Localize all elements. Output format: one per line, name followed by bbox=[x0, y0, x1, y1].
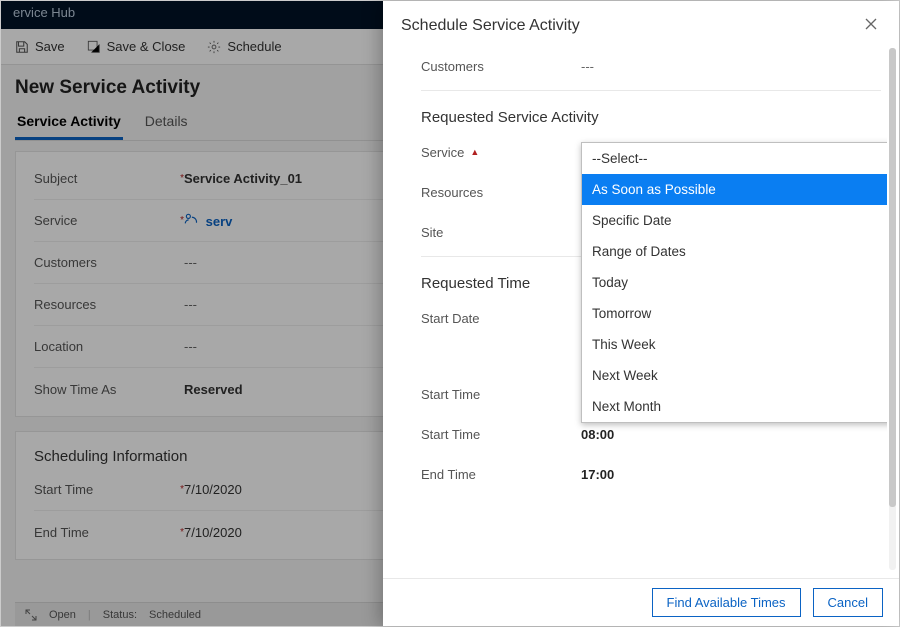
start-date-dropdown[interactable]: --Select--As Soon as PossibleSpecific Da… bbox=[581, 142, 887, 423]
dropdown-option[interactable]: Tomorrow bbox=[582, 298, 887, 329]
panel-resources-label: Resources bbox=[421, 185, 483, 200]
panel-footer: Find Available Times Cancel bbox=[383, 578, 899, 626]
dropdown-option[interactable]: This Week bbox=[582, 329, 887, 360]
dropdown-option[interactable]: Specific Date bbox=[582, 205, 887, 236]
find-available-times-button[interactable]: Find Available Times bbox=[652, 588, 801, 617]
dropdown-option[interactable]: --Select-- bbox=[582, 143, 887, 174]
panel-customers-label: Customers bbox=[421, 59, 484, 74]
schedule-panel: Schedule Service Activity Customers --- … bbox=[383, 1, 899, 626]
panel-start-time-label: Start Time bbox=[421, 427, 480, 442]
panel-start-time-value[interactable]: 08:00 bbox=[581, 427, 881, 442]
close-icon bbox=[865, 18, 877, 30]
panel-time-mode-label: Start Time bbox=[421, 387, 480, 402]
panel-row-end-time: End Time 17:00 bbox=[421, 454, 881, 494]
panel-scroll-area: Customers --- Requested Service Activity… bbox=[383, 40, 887, 578]
dropdown-option[interactable]: As Soon as Possible bbox=[582, 174, 887, 205]
panel-row-customers: Customers --- bbox=[421, 46, 881, 86]
panel-start-date-label: Start Date bbox=[421, 311, 480, 326]
cancel-button[interactable]: Cancel bbox=[813, 588, 883, 617]
scrollbar[interactable] bbox=[889, 48, 896, 570]
dropdown-option[interactable]: Range of Dates bbox=[582, 236, 887, 267]
panel-site-label: Site bbox=[421, 225, 443, 240]
close-button[interactable] bbox=[861, 15, 881, 36]
required-marker: ▲ bbox=[470, 147, 479, 157]
dropdown-option[interactable]: Today bbox=[582, 267, 887, 298]
requested-service-activity-title: Requested Service Activity bbox=[421, 109, 881, 126]
panel-service-label: Service bbox=[421, 145, 464, 160]
panel-customers-value[interactable]: --- bbox=[581, 59, 881, 74]
dropdown-option[interactable]: Next Week bbox=[582, 360, 887, 391]
panel-end-time-label: End Time bbox=[421, 467, 476, 482]
dropdown-option[interactable]: Next Month bbox=[582, 391, 887, 422]
panel-title: Schedule Service Activity bbox=[401, 17, 861, 35]
panel-end-time-value[interactable]: 17:00 bbox=[581, 467, 881, 482]
scrollbar-thumb[interactable] bbox=[889, 48, 896, 507]
